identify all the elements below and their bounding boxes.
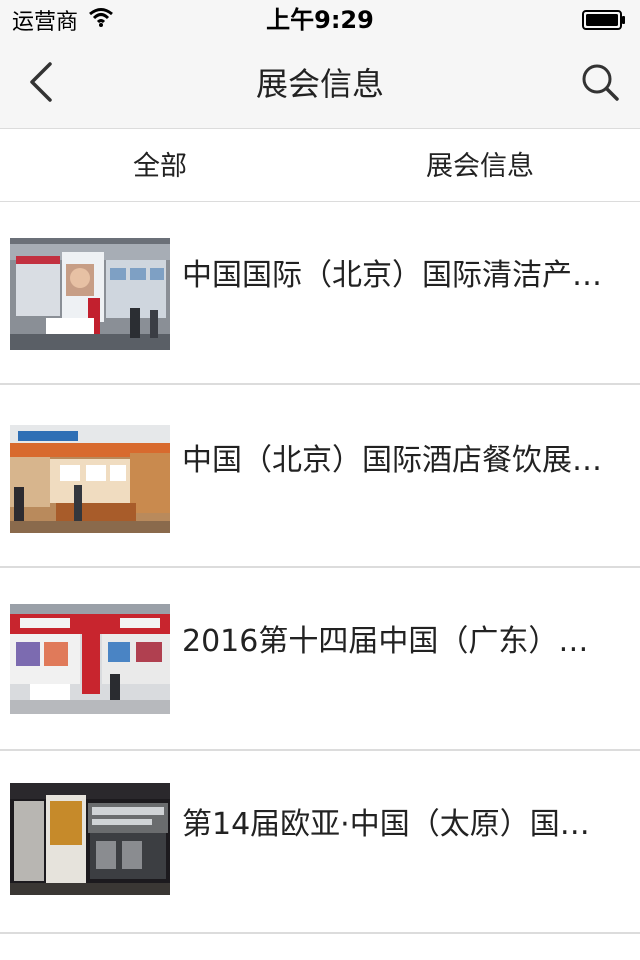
- tab-bar: 全部 展会信息: [0, 129, 640, 202]
- page-title: 展会信息: [255, 65, 384, 103]
- back-button[interactable]: [20, 60, 60, 108]
- tab-exhibition-info[interactable]: 展会信息: [320, 129, 640, 201]
- battery-icon: [582, 10, 626, 30]
- tab-all[interactable]: 全部: [0, 129, 320, 201]
- item-title: 中国（北京）国际酒店餐饮展…: [182, 443, 602, 478]
- exhibition-booth-image: [10, 783, 170, 895]
- status-bar: 运营商 上午9:29: [0, 0, 640, 40]
- list-item[interactable]: 2016第十四届中国（广东）…: [0, 568, 640, 751]
- search-icon: [580, 62, 620, 106]
- exhibition-booth-image: [10, 425, 170, 537]
- navigation-bar: 展会信息: [0, 40, 640, 129]
- item-title: 2016第十四届中国（广东）…: [182, 624, 589, 659]
- item-title: 中国国际（北京）国际清洁产…: [182, 258, 602, 293]
- status-time: 上午9:29: [266, 6, 374, 34]
- list-item[interactable]: 中国（北京）国际酒店餐饮展…: [0, 385, 640, 568]
- exhibition-booth-image: [10, 238, 170, 350]
- list-item[interactable]: 第14届欧亚·中国（太原）国…: [0, 751, 640, 934]
- chevron-left-icon: [26, 60, 54, 108]
- app-screen: 运营商 上午9:29 展会信息 全部 展会信息 中国国际（北京）国际清洁产… 中…: [0, 0, 640, 960]
- list-item[interactable]: 中国国际（北京）国际清洁产…: [0, 202, 640, 385]
- exhibition-list: 中国国际（北京）国际清洁产… 中国（北京）国际酒店餐饮展… 2016第十四届中国…: [0, 202, 640, 934]
- item-title: 第14届欧亚·中国（太原）国…: [182, 807, 590, 842]
- search-button[interactable]: [578, 62, 622, 106]
- exhibition-booth-image: [10, 604, 170, 716]
